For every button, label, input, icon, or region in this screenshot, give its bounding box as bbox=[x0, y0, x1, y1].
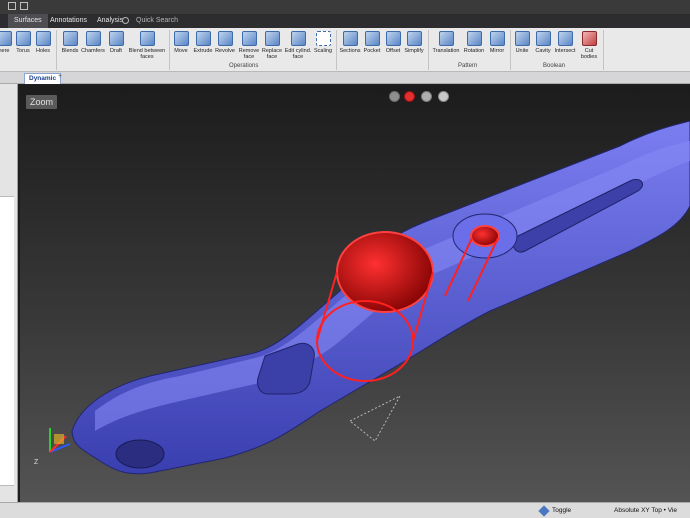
group-label-boolean: Boolean bbox=[543, 63, 566, 69]
edit-cylindrical-face-button[interactable]: Edit cylind. face bbox=[284, 31, 312, 60]
offset-button[interactable]: Offset bbox=[383, 31, 403, 54]
confirm-icon[interactable] bbox=[389, 91, 400, 102]
simplify-button[interactable]: Simplify bbox=[403, 31, 425, 54]
pocket-icon bbox=[364, 31, 380, 46]
offset-icon bbox=[385, 31, 401, 46]
scaling-button[interactable]: Scaling bbox=[313, 31, 333, 54]
holes-button[interactable]: Holes bbox=[34, 31, 52, 54]
document-tab[interactable]: Dynamic bbox=[24, 73, 62, 84]
sections-button[interactable]: Sections bbox=[339, 31, 361, 54]
torus-icon bbox=[15, 31, 31, 46]
sphere-button[interactable]: here bbox=[0, 31, 12, 54]
revolve-icon bbox=[217, 31, 233, 46]
tab-analysis[interactable]: Analysis bbox=[97, 17, 123, 24]
cad-application: Surfaces Annotations Analysis Quick Sear… bbox=[0, 0, 690, 518]
group-label-operations: Operations bbox=[229, 63, 259, 69]
toggle-icon[interactable] bbox=[538, 505, 550, 517]
unite-button[interactable]: Unite bbox=[513, 31, 531, 54]
rotation-icon bbox=[466, 31, 482, 46]
holes-icon bbox=[35, 31, 51, 46]
model-eye-hole bbox=[115, 439, 165, 469]
highlighted-face bbox=[336, 231, 434, 313]
mirror-button[interactable]: Mirror bbox=[487, 31, 507, 54]
search-icon bbox=[122, 17, 129, 24]
translation-button[interactable]: Translation bbox=[431, 31, 461, 54]
axis-triad: Z bbox=[34, 428, 71, 466]
scaling-icon bbox=[315, 31, 331, 46]
add-tab-button[interactable]: + bbox=[58, 73, 62, 80]
zoom-label: Zoom bbox=[26, 95, 58, 109]
simplify-icon bbox=[406, 31, 422, 46]
ribbon-tabs: Surfaces Annotations Analysis Quick Sear… bbox=[0, 14, 690, 28]
intersect-button[interactable]: Intersect bbox=[554, 31, 576, 54]
blend-between-faces-button[interactable]: Blend between faces bbox=[127, 31, 167, 60]
blends-icon bbox=[62, 31, 78, 46]
model-view[interactable]: Z bbox=[20, 86, 690, 502]
replace-face-button[interactable]: Replace face bbox=[261, 31, 283, 60]
tab-surfaces[interactable]: Surfaces bbox=[8, 14, 48, 28]
ribbon: here Torus Holes Blends Chamfers Draft B… bbox=[0, 28, 690, 72]
pivot-shadow bbox=[349, 394, 402, 442]
translation-icon bbox=[438, 31, 454, 46]
axis-label-z: Z bbox=[34, 459, 39, 466]
save-icon[interactable] bbox=[8, 2, 16, 10]
sphere-icon bbox=[0, 31, 12, 46]
cavity-button[interactable]: Cavity bbox=[533, 31, 553, 54]
cut-bodies-button[interactable]: Cut bodies bbox=[578, 31, 600, 60]
extrude-icon bbox=[195, 31, 211, 46]
draft-icon bbox=[108, 31, 124, 46]
group-label-pattern: Pattern bbox=[458, 63, 478, 69]
status-bar: Toggle Absolute XY Top • Vie bbox=[0, 502, 690, 518]
chamfers-button[interactable]: Chamfers bbox=[81, 31, 105, 54]
help-icon[interactable] bbox=[438, 91, 449, 102]
view-mode-readout[interactable]: Absolute XY Top • Vie bbox=[614, 507, 677, 514]
replace-face-icon bbox=[264, 31, 280, 46]
remove-face-button[interactable]: Remove face bbox=[238, 31, 260, 60]
mirror-icon bbox=[489, 31, 505, 46]
torus-button[interactable]: Torus bbox=[14, 31, 32, 54]
blends-button[interactable]: Blends bbox=[60, 31, 80, 54]
document-tab-strip: Dynamic + bbox=[0, 72, 690, 84]
move-icon bbox=[173, 31, 189, 46]
toggle-button[interactable]: Toggle bbox=[552, 507, 571, 514]
draft-button[interactable]: Draft bbox=[107, 31, 125, 54]
unite-icon bbox=[514, 31, 530, 46]
chamfers-icon bbox=[85, 31, 101, 46]
tab-annotations[interactable]: Annotations bbox=[50, 17, 87, 24]
undo-icon[interactable] bbox=[20, 2, 28, 10]
move-button[interactable]: Move bbox=[172, 31, 190, 54]
pocket-button[interactable]: Pocket bbox=[362, 31, 382, 54]
cavity-icon bbox=[535, 31, 551, 46]
settings-icon[interactable] bbox=[421, 91, 432, 102]
intersect-icon bbox=[557, 31, 573, 46]
panel-content bbox=[0, 196, 14, 486]
quick-search-input[interactable]: Quick Search bbox=[136, 17, 178, 24]
remove-face-icon bbox=[241, 31, 257, 46]
cut-bodies-icon bbox=[581, 31, 597, 46]
title-bar bbox=[0, 0, 690, 14]
revolve-button[interactable]: Revolve bbox=[214, 31, 236, 54]
extrude-button[interactable]: Extrude bbox=[192, 31, 214, 54]
left-panel: ✕ bbox=[0, 72, 18, 508]
sections-icon bbox=[342, 31, 358, 46]
edit-cylinder-icon bbox=[290, 31, 306, 46]
cancel-icon[interactable] bbox=[404, 91, 415, 102]
blend-faces-icon bbox=[139, 31, 155, 46]
3d-viewport[interactable]: Z Zoom bbox=[20, 86, 690, 502]
rotation-button[interactable]: Rotation bbox=[462, 31, 486, 54]
